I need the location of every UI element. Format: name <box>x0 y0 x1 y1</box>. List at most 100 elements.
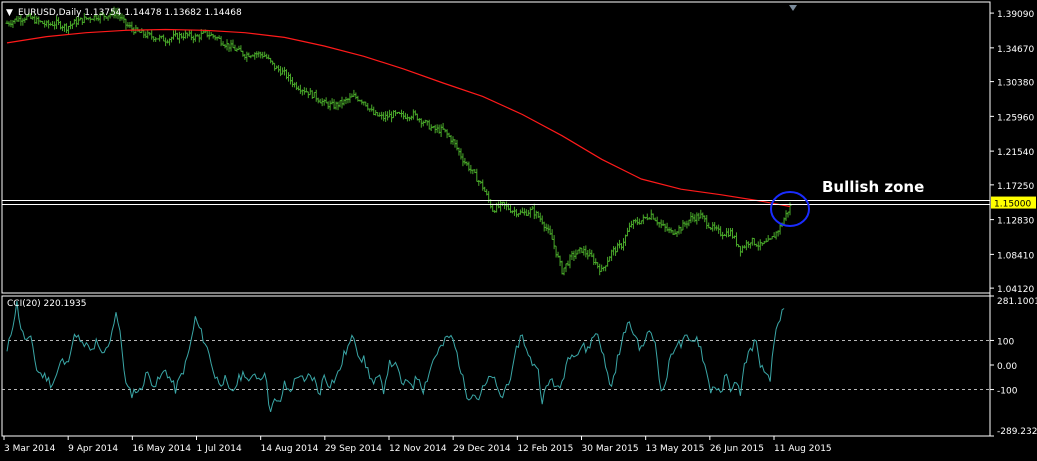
price-bar <box>761 243 764 246</box>
price-bar <box>210 32 213 36</box>
price-bar <box>584 245 587 257</box>
price-bar <box>81 18 84 25</box>
price-bar <box>61 26 64 32</box>
price-bar <box>158 35 161 42</box>
price-bar <box>426 120 429 125</box>
price-bar <box>626 228 629 236</box>
cci-tick-label: -289.2322 <box>997 427 1037 437</box>
price-bar <box>586 250 589 259</box>
price-bar <box>765 238 768 242</box>
price-bar <box>67 26 70 35</box>
price-bar <box>424 120 427 123</box>
price-bar <box>341 97 344 109</box>
time-tick-label: 11 Aug 2015 <box>774 444 832 454</box>
price-bar <box>483 187 486 192</box>
price-bar <box>739 246 742 256</box>
price-bar <box>440 124 443 137</box>
price-tick-label: 1.39090 <box>997 10 1034 20</box>
price-bar <box>612 246 615 255</box>
price-bar <box>287 72 290 81</box>
price-bar <box>233 45 236 51</box>
price-bar <box>503 202 506 209</box>
price-bar <box>390 111 393 122</box>
price-bar <box>767 235 770 241</box>
price-tick-label: 1.34670 <box>997 45 1034 55</box>
price-bar <box>515 209 518 217</box>
cci-axis: 281.10011000.00-100-289.2322 <box>2 296 1037 437</box>
price-bar <box>565 264 568 272</box>
price-bar <box>388 110 391 117</box>
price-bar <box>134 25 137 33</box>
price-bar <box>327 101 330 109</box>
price-bar <box>402 111 405 119</box>
price-bar <box>628 223 631 232</box>
price-bar <box>422 121 425 127</box>
price-bar <box>303 87 306 95</box>
price-bar <box>382 112 385 121</box>
price-bar <box>594 258 597 265</box>
price-bar <box>604 266 607 272</box>
price-bar <box>677 225 680 234</box>
price-bar <box>124 19 127 30</box>
dropdown-arrow-icon[interactable]: ▼ <box>6 8 13 18</box>
price-bar <box>354 92 357 99</box>
price-bar <box>622 238 625 251</box>
price-bar <box>414 110 417 115</box>
price-bar <box>184 30 187 39</box>
price-bar <box>239 45 242 51</box>
price-bar <box>245 52 248 62</box>
price-tick-label: 1.25960 <box>997 113 1034 123</box>
price-bar <box>535 211 538 219</box>
price-bar <box>321 98 324 106</box>
price-bar <box>194 33 197 41</box>
time-tick-label: 1 Jul 2014 <box>197 444 242 454</box>
price-tick-label: 1.12830 <box>997 217 1034 227</box>
price-bar <box>261 52 264 59</box>
price-bar <box>775 231 778 239</box>
price-bar <box>543 222 546 232</box>
cci-tick-label: 100 <box>997 337 1014 347</box>
price-bar <box>255 51 258 58</box>
price-bar <box>664 224 667 232</box>
cci-tick-label: 0.00 <box>997 362 1017 372</box>
price-bar <box>269 58 272 63</box>
price-bar <box>372 107 375 115</box>
price-bar <box>614 246 617 256</box>
price-bar <box>352 90 355 97</box>
price-bar <box>640 221 643 225</box>
price-bar <box>452 136 455 144</box>
chart-shift-marker[interactable] <box>789 5 797 11</box>
price-bar <box>697 213 700 221</box>
price-bar <box>499 201 502 212</box>
price-bar <box>279 66 282 76</box>
price-bar <box>418 118 421 122</box>
price-level-line[interactable]: 1.15000 <box>2 197 1036 210</box>
time-tick-label: 26 Jun 2015 <box>710 444 764 454</box>
axis-frame <box>2 2 990 436</box>
price-bar <box>408 117 411 121</box>
price-bar <box>785 210 788 221</box>
price-pane-border <box>2 2 990 293</box>
price-bar <box>691 213 694 222</box>
price-bar <box>273 63 276 70</box>
price-bar <box>325 97 328 103</box>
price-bar <box>660 219 663 228</box>
price-bar <box>412 109 415 119</box>
price-bar <box>459 148 462 159</box>
price-bar <box>428 120 431 130</box>
price-bar <box>553 235 556 249</box>
price-bar <box>45 20 48 26</box>
price-bar <box>773 232 776 237</box>
price-bar <box>681 220 684 230</box>
time-tick-label: 3 Mar 2014 <box>4 444 56 454</box>
price-bar <box>620 243 623 250</box>
price-bar <box>289 74 292 85</box>
price-bar <box>299 85 302 94</box>
time-tick-label: 12 Feb 2015 <box>517 444 573 454</box>
price-bar <box>693 214 696 222</box>
symbol-header: EURUSD,Daily 1.13754 1.14478 1.13682 1.1… <box>18 8 242 18</box>
price-bar <box>128 22 131 28</box>
time-tick-label: 14 Aug 2014 <box>261 444 319 454</box>
chart-window: 1.390901.346701.303801.259601.215401.172… <box>0 0 1037 457</box>
price-bar <box>386 111 389 120</box>
